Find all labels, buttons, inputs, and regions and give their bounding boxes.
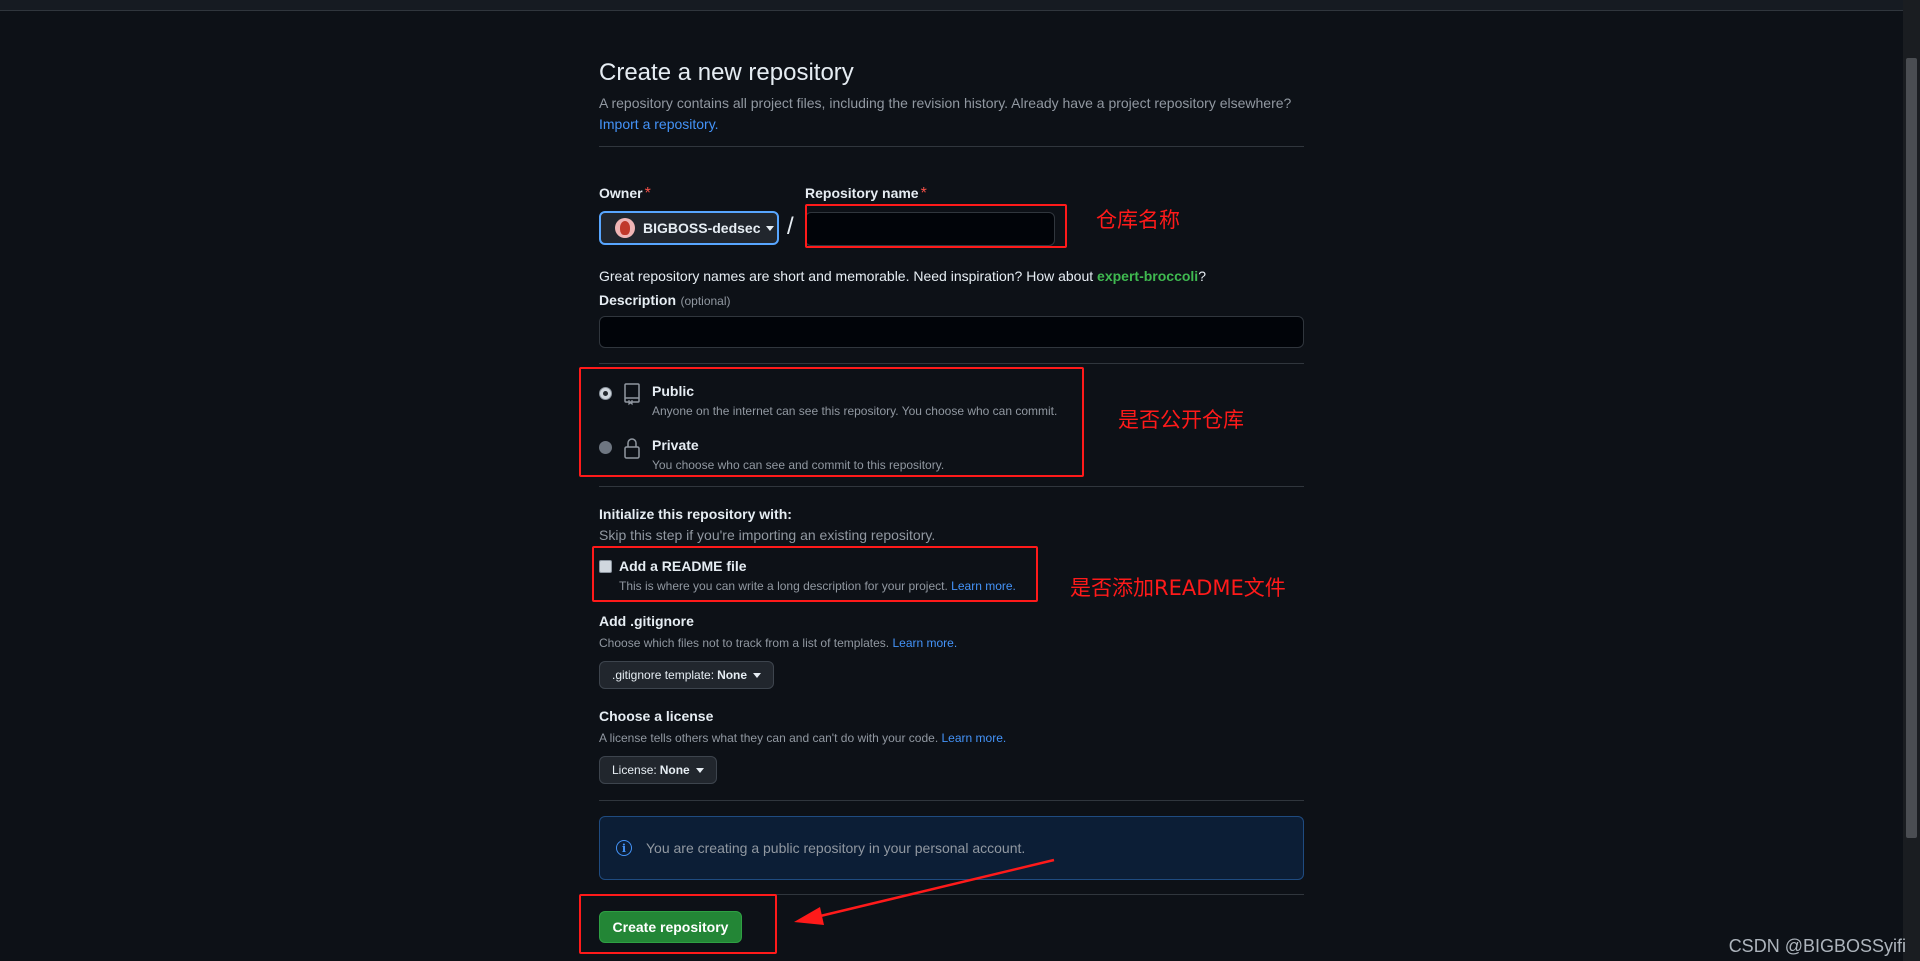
initialize-subtitle: Skip this step if you're importing an ex…	[599, 527, 936, 543]
annotation-arrow-icon	[794, 858, 1055, 925]
scrollbar-thumb[interactable]	[1906, 58, 1917, 838]
owner-label: Owner *	[599, 185, 651, 203]
import-repository-link[interactable]: Import a repository.	[599, 114, 1304, 134]
info-icon: i	[616, 840, 632, 856]
notice-text: You are creating a public repository in …	[646, 840, 1026, 856]
annotation-repo-name: 仓库名称	[1096, 208, 1180, 232]
page-subtitle-text: A repository contains all project files,…	[599, 95, 1292, 111]
owner-label-text: Owner	[599, 185, 643, 201]
description-label: Description (optional)	[599, 292, 731, 310]
repository-name-required-mark: *	[920, 185, 927, 202]
license-title: Choose a license	[599, 708, 714, 724]
license-description: A license tells others what they can and…	[599, 731, 1006, 745]
owner-value: BIGBOSS-dedsec	[643, 220, 761, 236]
gitignore-title: Add .gitignore	[599, 613, 694, 629]
license-learn-more-link[interactable]: Learn more.	[942, 731, 1007, 745]
caret-down-icon	[753, 672, 762, 678]
annotation-box-repo-name	[805, 204, 1067, 248]
hint-text: Great repository names are short and mem…	[599, 268, 1098, 284]
repository-name-hint: Great repository names are short and mem…	[599, 268, 1206, 284]
license-select[interactable]: License: None	[599, 756, 717, 784]
annotation-box-create-button	[579, 894, 777, 954]
owner-select-button[interactable]: BIGBOSS-dedsec	[599, 211, 779, 245]
divider	[599, 363, 1304, 364]
create-repo-form: Create a new repository A repository con…	[599, 52, 1304, 943]
divider	[599, 800, 1304, 801]
avatar	[615, 218, 635, 238]
repository-name-label-text: Repository name	[805, 185, 919, 201]
gitignore-description-text: Choose which files not to track from a l…	[599, 636, 890, 650]
annotation-readme: 是否添加README文件	[1070, 576, 1286, 600]
top-header-bar	[0, 0, 1920, 11]
repository-name-label: Repository name *	[805, 185, 927, 203]
license-select-value: None	[659, 763, 690, 777]
divider	[599, 486, 1304, 487]
description-label-text: Description	[599, 292, 677, 308]
gitignore-select-label: .gitignore template:	[612, 668, 715, 682]
description-optional: (optional)	[680, 294, 731, 308]
gitignore-learn-more-link[interactable]: Learn more.	[892, 636, 957, 650]
annotation-box-visibility	[579, 367, 1084, 477]
initialize-title: Initialize this repository with:	[599, 506, 792, 522]
caret-down-icon	[695, 767, 704, 773]
hint-end: ?	[1198, 268, 1206, 284]
owner-name-separator: /	[787, 213, 794, 240]
license-select-label: License:	[612, 763, 657, 777]
name-suggestion[interactable]: expert-broccoli	[1097, 268, 1198, 284]
page-scrollbar[interactable]	[1903, 0, 1920, 961]
owner-required-mark: *	[644, 185, 651, 202]
page-title: Create a new repository	[599, 59, 854, 86]
license-description-text: A license tells others what they can and…	[599, 731, 939, 745]
gitignore-template-select[interactable]: .gitignore template: None	[599, 661, 775, 689]
description-input[interactable]	[599, 316, 1304, 348]
divider	[599, 146, 1304, 147]
page-subtitle: A repository contains all project files,…	[599, 93, 1304, 134]
annotation-box-readme	[592, 546, 1038, 602]
caret-down-icon	[766, 225, 775, 231]
watermark: CSDN @BIGBOSSyifi	[1728, 936, 1906, 956]
gitignore-select-value: None	[717, 668, 748, 682]
annotation-visibility: 是否公开仓库	[1118, 408, 1244, 432]
gitignore-description: Choose which files not to track from a l…	[599, 636, 957, 650]
